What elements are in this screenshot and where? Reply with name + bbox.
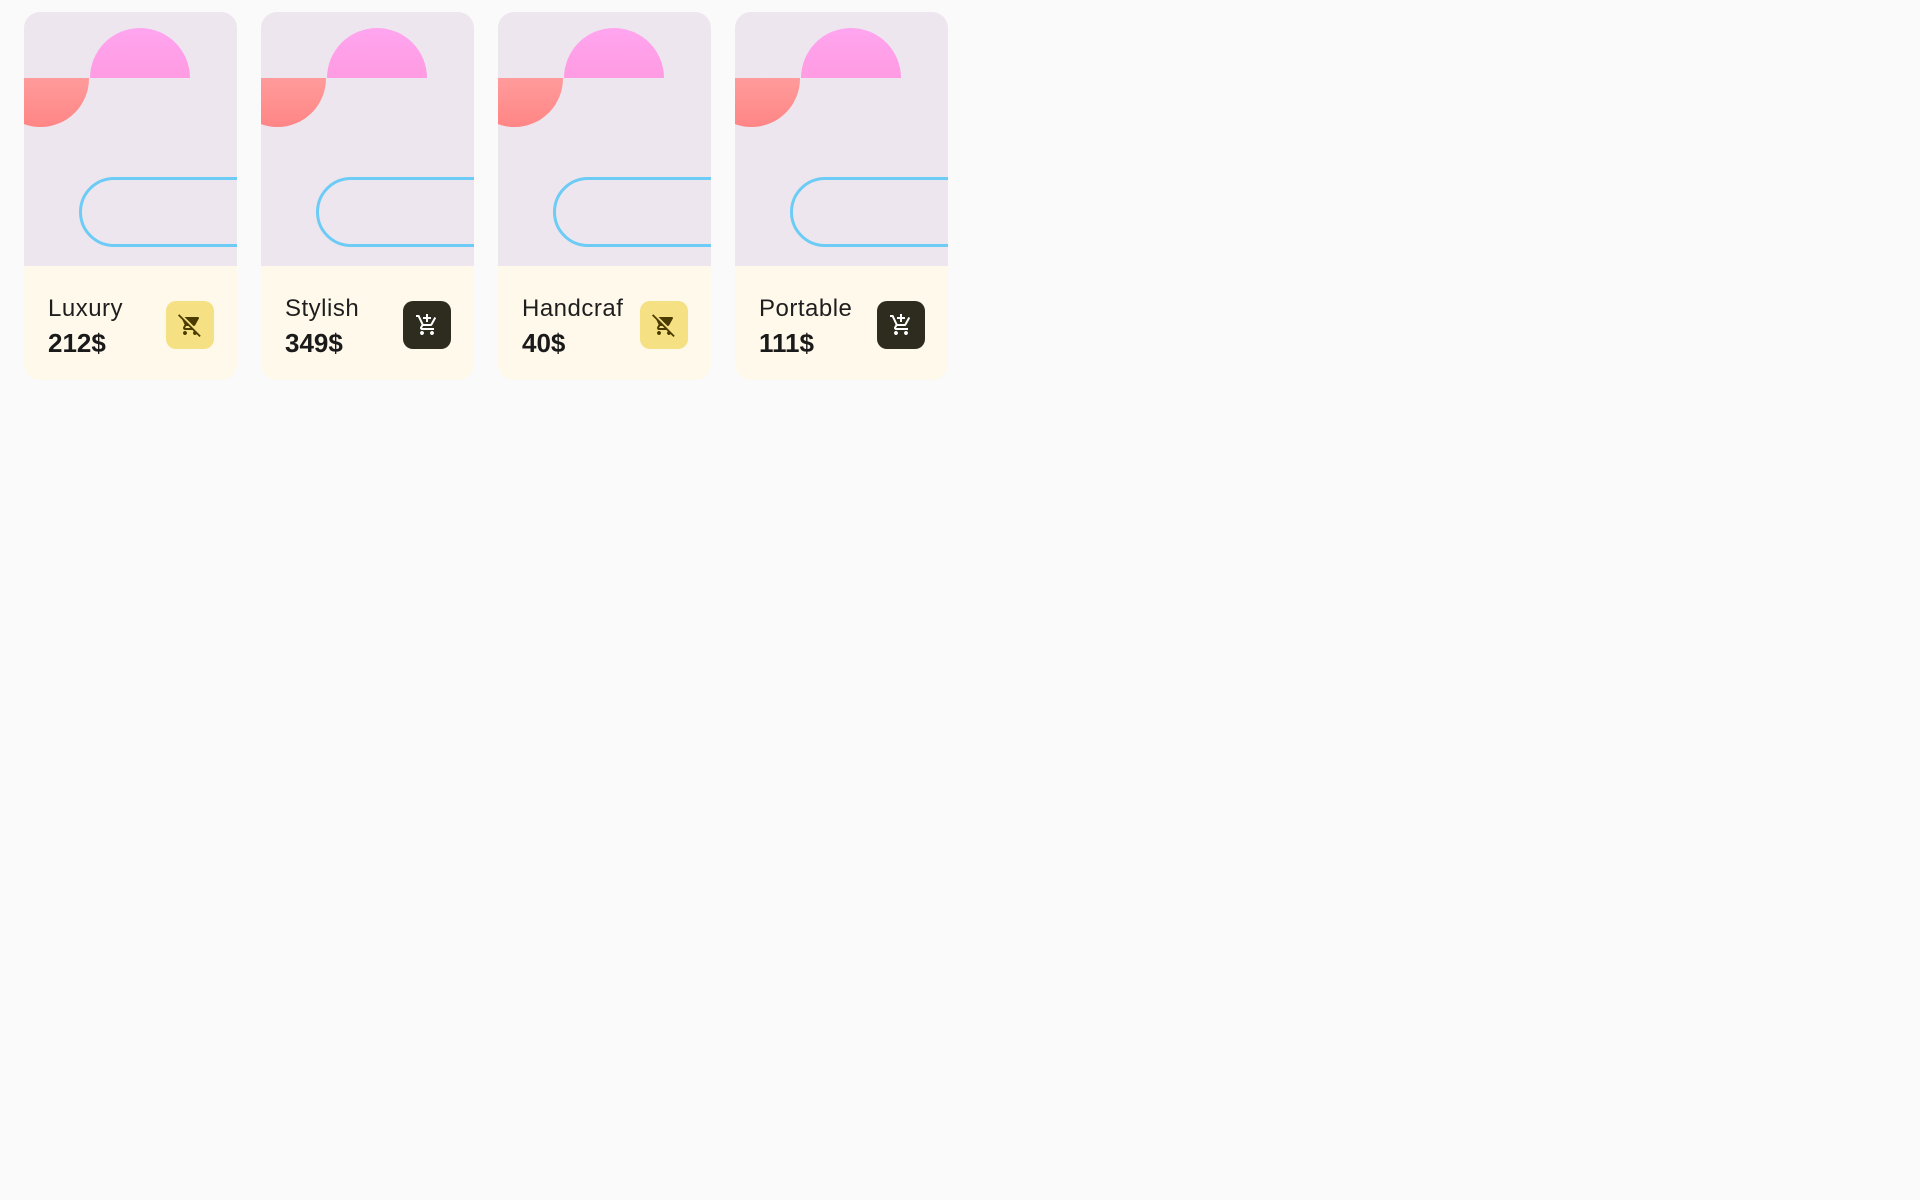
product-image [24,12,237,266]
blue-pill-outline-shape [79,177,237,247]
product-name: Luxury [48,295,124,322]
blue-pill-outline-shape [790,177,948,247]
add-to-cart-button[interactable] [403,301,451,349]
remove-from-cart-button[interactable] [640,301,688,349]
remove-from-cart-button[interactable] [166,301,214,349]
salmon-semicircle-shape [24,78,89,127]
salmon-semicircle-shape [261,78,326,127]
product-image [261,12,474,266]
product-card[interactable]: Handcraf 40$ [498,12,711,380]
product-info: Handcraf 40$ [498,266,711,380]
product-card[interactable]: Portable 111$ [735,12,948,380]
product-card[interactable]: Stylish 349$ [261,12,474,380]
blue-pill-outline-shape [316,177,474,247]
product-info: Stylish 349$ [261,266,474,380]
blue-pill-outline-shape [553,177,711,247]
product-name: Stylish [285,295,360,322]
add-shopping-cart-icon [416,314,437,335]
product-price: 212$ [48,328,106,358]
product-card[interactable]: Luxury 212$ [24,12,237,380]
pink-semicircle-shape [564,28,664,78]
product-image [735,12,948,266]
add-to-cart-button[interactable] [877,301,925,349]
product-name: Portable [759,295,853,322]
product-info: Luxury 212$ [24,266,237,380]
add-shopping-cart-icon [890,314,911,335]
salmon-semicircle-shape [735,78,800,127]
pink-semicircle-shape [90,28,190,78]
remove-shopping-cart-icon [652,314,675,337]
pink-semicircle-shape [801,28,901,78]
product-price: 40$ [522,328,566,358]
salmon-semicircle-shape [498,78,563,127]
pink-semicircle-shape [327,28,427,78]
product-info: Portable 111$ [735,266,948,380]
product-name: Handcraf [522,295,624,322]
product-price: 111$ [759,328,814,358]
product-grid: Luxury 212$ Stylish 349$ Handcraf 40$ Po… [24,12,948,380]
product-image [498,12,711,266]
product-price: 349$ [285,328,343,358]
remove-shopping-cart-icon [178,314,201,337]
